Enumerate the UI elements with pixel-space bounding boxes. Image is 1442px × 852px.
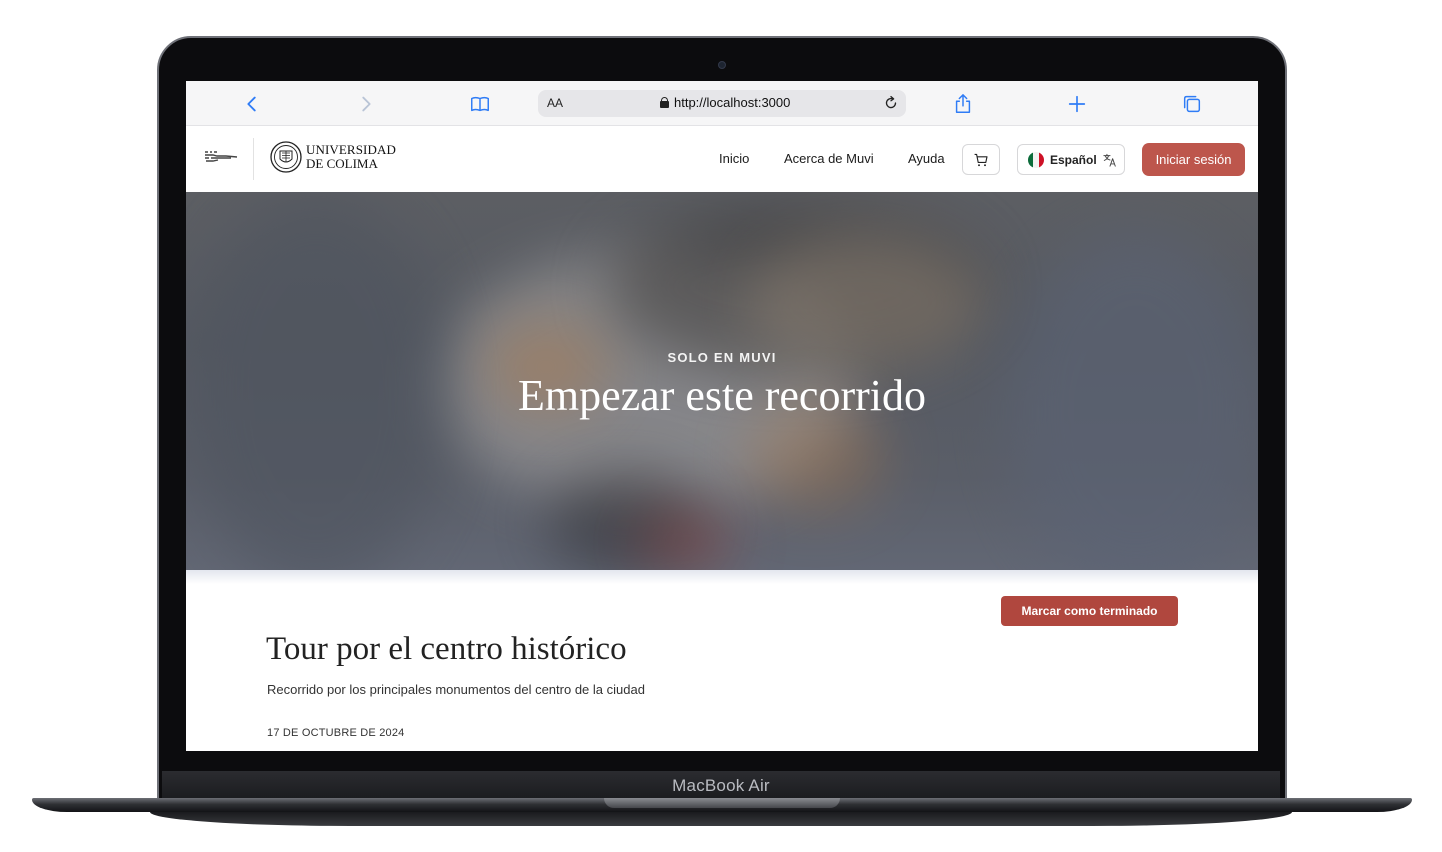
nav-inicio[interactable]: Inicio	[719, 151, 749, 166]
forward-icon[interactable]	[354, 92, 378, 116]
language-selector[interactable]: Español	[1017, 144, 1125, 175]
logo-divider	[253, 138, 254, 180]
hero-title: Empezar este recorrido	[518, 371, 926, 420]
login-button[interactable]: Iniciar sesión	[1142, 143, 1245, 176]
university-seal-icon	[270, 141, 302, 173]
laptop-notch	[604, 798, 840, 808]
cart-button[interactable]	[962, 144, 1000, 175]
browser-toolbar: AA http://localhost:3000	[186, 81, 1258, 126]
bookmarks-icon[interactable]	[468, 92, 492, 116]
laptop-base-underside	[150, 812, 1292, 826]
nav-acerca[interactable]: Acerca de Muvi	[784, 151, 874, 166]
back-icon[interactable]	[240, 92, 264, 116]
tour-title: Tour por el centro histórico	[266, 631, 627, 667]
camera-icon	[718, 61, 726, 69]
muvi-logo[interactable]	[204, 149, 238, 165]
share-icon[interactable]	[951, 92, 975, 116]
nav-ayuda[interactable]: Ayuda	[908, 151, 945, 166]
hero-shadow	[186, 570, 1258, 584]
university-logo[interactable]: UNIVERSIDAD DE COLIMA	[270, 141, 396, 173]
translate-icon	[1103, 153, 1116, 167]
university-name-line2: DE COLIMA	[306, 156, 378, 171]
university-name-line1: UNIVERSIDAD	[306, 142, 396, 157]
reload-icon[interactable]	[882, 94, 900, 112]
lock-icon	[660, 97, 669, 108]
new-tab-icon[interactable]	[1065, 92, 1089, 116]
hero-eyebrow: SOLO EN MUVI	[667, 350, 777, 365]
reader-button[interactable]: AA	[547, 96, 563, 110]
tour-date: 17 DE OCTUBRE DE 2024	[267, 727, 405, 739]
site-header: UNIVERSIDAD DE COLIMA Inicio Acerca de M…	[186, 126, 1258, 192]
url-text: http://localhost:3000	[674, 95, 791, 110]
address-bar[interactable]: AA http://localhost:3000	[538, 90, 906, 117]
device-label: MacBook Air	[672, 776, 770, 795]
screen: AA http://localhost:3000 UNIVERSIDAD DE …	[186, 81, 1258, 751]
mark-done-button[interactable]: Marcar como terminado	[1001, 596, 1178, 626]
mexico-flag-icon	[1028, 151, 1044, 168]
cart-icon	[974, 153, 988, 166]
tabs-icon[interactable]	[1180, 92, 1204, 116]
tour-description: Recorrido por los principales monumentos…	[267, 682, 645, 697]
language-label: Español	[1050, 152, 1097, 167]
hero-banner: SOLO EN MUVI Empezar este recorrido	[186, 192, 1258, 570]
